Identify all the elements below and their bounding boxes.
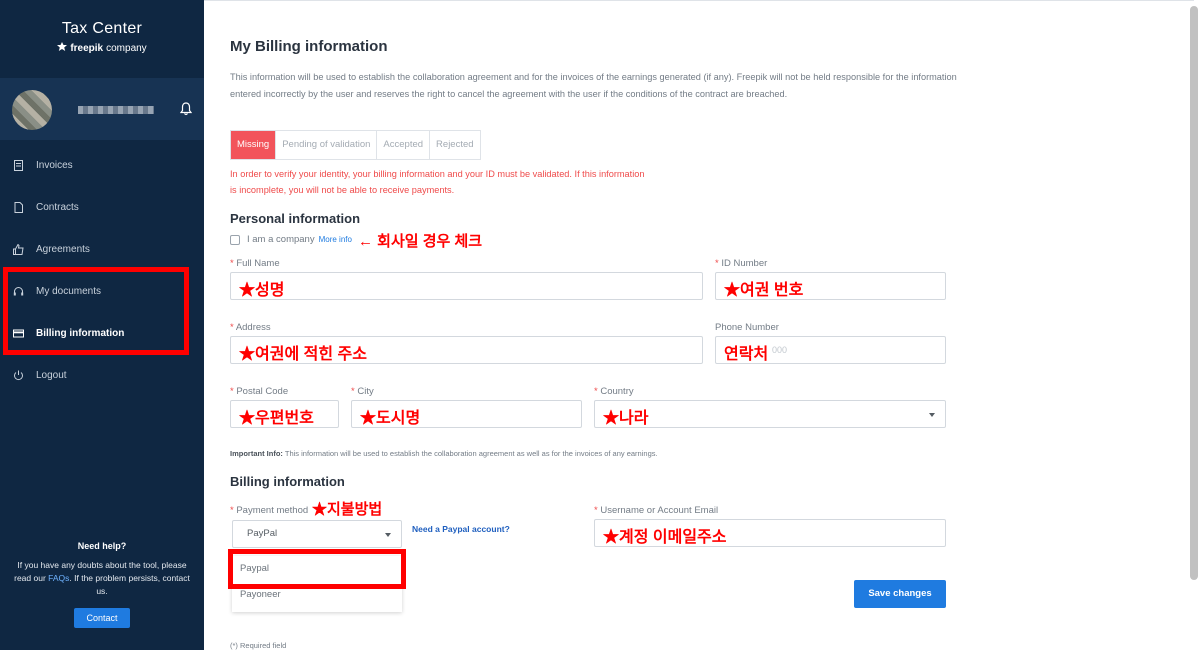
important-info-bold: Important Info:: [230, 449, 283, 458]
brand-sub-light: company: [106, 42, 147, 54]
tab-rejected[interactable]: Rejected: [430, 131, 480, 159]
top-border: [204, 0, 1194, 5]
chevron-down-icon: [385, 533, 391, 537]
payment-dropdown: Paypal Payoneer: [232, 556, 402, 612]
address-annotation: ★여권에 적힌 주소: [239, 346, 367, 363]
postal-code-input[interactable]: ★우편번호: [230, 400, 339, 428]
id-number-label: * ID Number: [715, 258, 768, 269]
invoice-icon: [12, 159, 24, 171]
postal-code-annotation: ★우편번호: [239, 410, 314, 427]
company-checkbox[interactable]: [230, 234, 240, 245]
sidebar-nav: Invoices Contracts Agreements My documen…: [0, 144, 204, 396]
sidebar-item-agreements[interactable]: Agreements: [0, 228, 204, 270]
sidebar-item-my-documents[interactable]: My documents: [0, 270, 204, 312]
tab-accepted[interactable]: Accepted: [377, 131, 431, 159]
billing-info-title: Billing information: [230, 474, 345, 489]
power-icon: [12, 369, 24, 381]
tab-pending-validation[interactable]: Pending of validation: [276, 131, 378, 159]
account-email-annotation: ★계정 이메일주소: [603, 529, 727, 546]
sidebar-item-label: My documents: [36, 285, 102, 297]
sidebar-item-billing-information[interactable]: Billing information: [0, 312, 204, 354]
status-tabs: Missing Pending of validation Accepted R…: [230, 130, 481, 160]
payment-annotation: ★지불방법: [312, 501, 383, 518]
scrollbar[interactable]: [1190, 6, 1198, 580]
sidebar-item-label: Invoices: [36, 159, 73, 171]
thumbs-up-icon: [12, 243, 24, 255]
faqs-link[interactable]: FAQs: [48, 573, 69, 583]
sidebar-item-label: Contracts: [36, 201, 79, 213]
sidebar-item-contracts[interactable]: Contracts: [0, 186, 204, 228]
save-changes-button[interactable]: Save changes: [854, 580, 946, 608]
username-blurred: [78, 106, 154, 114]
card-icon: [12, 327, 24, 339]
company-checkbox-row: I am a company More info: [230, 234, 352, 245]
page-title: My Billing information: [230, 38, 388, 55]
sidebar-item-label: Logout: [36, 369, 67, 381]
phone-input[interactable]: 000 연락처: [715, 336, 946, 364]
contact-button[interactable]: Contact: [74, 608, 130, 628]
sidebar-item-label: Billing information: [36, 327, 125, 339]
dropdown-option-payoneer[interactable]: Payoneer: [232, 582, 402, 608]
paypal-account-link[interactable]: Need a Paypal account?: [412, 524, 510, 534]
sidebar-item-invoices[interactable]: Invoices: [0, 144, 204, 186]
phone-label: Phone Number: [715, 322, 779, 333]
freepik-logo-icon: [57, 42, 68, 54]
chevron-down-icon: [929, 413, 935, 417]
dropdown-option-paypal[interactable]: Paypal: [232, 556, 402, 582]
full-name-input[interactable]: ★성명: [230, 272, 703, 300]
company-label: I am a company: [247, 234, 315, 245]
payment-method-value: PayPal: [247, 528, 278, 539]
account-email-input[interactable]: ★계정 이메일주소: [594, 519, 946, 547]
help-text: If you have any doubts about the tool, p…: [0, 559, 204, 598]
bell-icon[interactable]: [179, 102, 193, 116]
sidebar-item-label: Agreements: [36, 243, 90, 255]
id-number-input[interactable]: ★여권 번호: [715, 272, 946, 300]
help-panel: Need help? If you have any doubts about …: [0, 540, 204, 628]
city-input[interactable]: ★도시명: [351, 400, 582, 428]
brand-logo: freepik company: [0, 42, 204, 54]
account-email-label: * Username or Account Email: [594, 505, 719, 516]
sidebar: Tax Center freepik company Invoices Contr…: [0, 0, 204, 650]
full-name-annotation: ★성명: [239, 282, 285, 299]
sidebar-item-logout[interactable]: Logout: [0, 354, 204, 396]
tab-missing[interactable]: Missing: [231, 131, 277, 159]
help-title: Need help?: [77, 541, 127, 551]
avatar[interactable]: [12, 90, 52, 130]
payment-method-select[interactable]: PayPal: [232, 520, 402, 548]
brand-sub-bold: freepik: [70, 42, 104, 54]
validation-warning: In order to verify your identity, your b…: [230, 169, 645, 195]
important-info-text: This information will be used to establi…: [282, 449, 658, 458]
phone-annotation: 연락처: [724, 346, 769, 363]
required-field-note: (*) Required field: [230, 641, 287, 650]
postal-code-label: * Postal Code: [230, 386, 289, 397]
full-name-label: * Full Name: [230, 258, 280, 269]
payment-method-label: * Payment method: [230, 505, 309, 516]
address-input[interactable]: ★여권에 적힌 주소: [230, 336, 703, 364]
country-annotation: ★나라: [603, 410, 649, 427]
headset-icon: [12, 285, 24, 297]
more-info-link[interactable]: More info: [319, 235, 352, 244]
company-annotation: ← 회사일 경우 체크: [358, 233, 483, 250]
user-panel: [0, 78, 204, 140]
main-content: My Billing information This information …: [204, 0, 1200, 650]
id-number-annotation: ★여권 번호: [724, 282, 804, 299]
brand[interactable]: Tax Center freepik company: [0, 0, 204, 78]
country-label: * Country: [594, 386, 634, 397]
intro-text: This information will be used to establi…: [230, 72, 957, 99]
country-select[interactable]: ★나라: [594, 400, 946, 428]
document-icon: [12, 201, 24, 213]
phone-placeholder: 000: [772, 345, 788, 355]
personal-info-title: Personal information: [230, 211, 361, 226]
city-label: * City: [351, 386, 374, 397]
city-annotation: ★도시명: [360, 410, 421, 427]
brand-title: Tax Center: [61, 20, 143, 37]
address-label: * Address: [230, 322, 271, 333]
help-text-2: . If the problem persists, contact us.: [69, 573, 190, 596]
important-info: Important Info: This information will be…: [230, 449, 658, 458]
